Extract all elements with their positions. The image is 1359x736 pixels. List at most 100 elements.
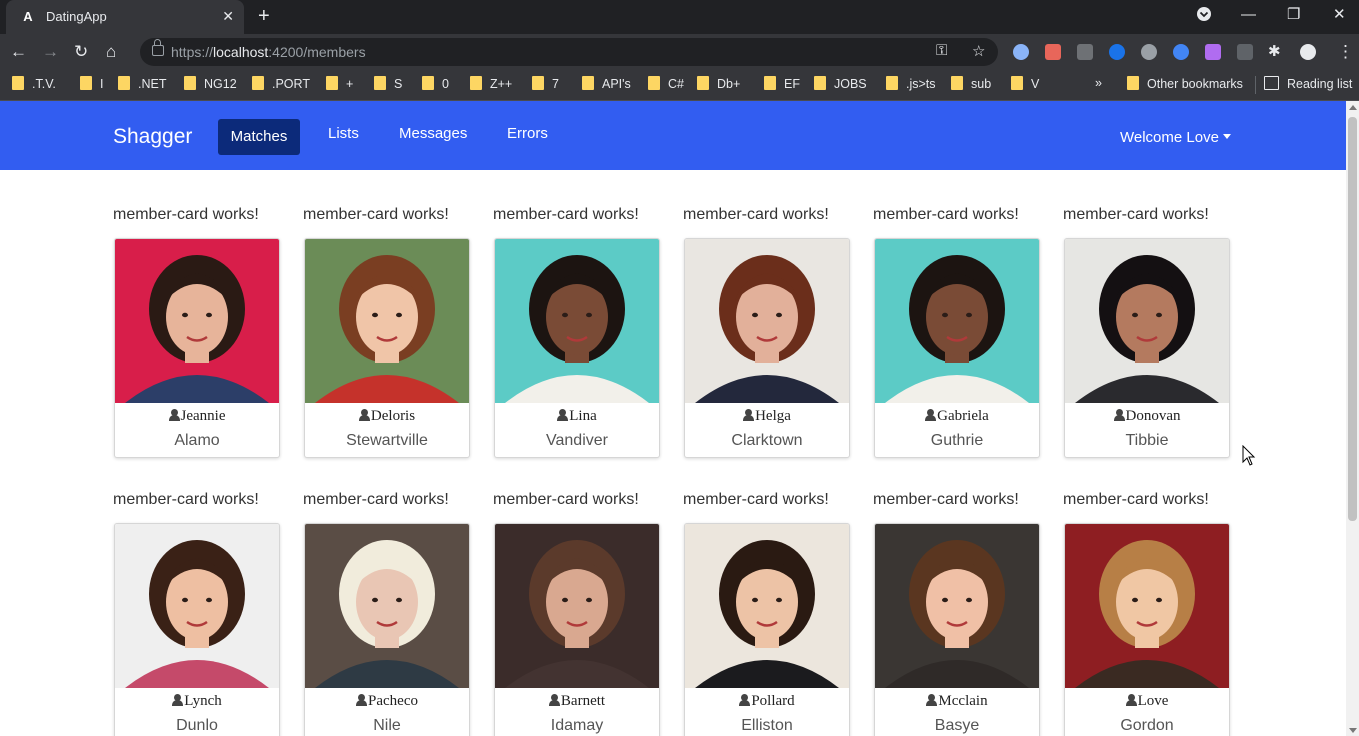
extension-2-icon[interactable] [1045, 44, 1061, 60]
bookmark-folder[interactable]: .js>ts [886, 76, 936, 94]
back-icon[interactable]: ← [10, 42, 27, 62]
member-photo[interactable] [305, 239, 469, 403]
reload-icon[interactable]: ↻ [74, 42, 88, 62]
forward-icon[interactable]: → [42, 42, 59, 62]
page-scrollbar[interactable] [1346, 101, 1359, 736]
home-icon[interactable]: ⌂ [106, 42, 116, 62]
extensions-puzzle-icon[interactable]: ✱ [1268, 42, 1281, 62]
extension-off-icon[interactable] [1237, 44, 1253, 60]
bookmark-folder[interactable]: EF [764, 76, 800, 94]
nav-matches[interactable]: Matches [218, 119, 300, 155]
bookmark-folder[interactable]: JOBS [814, 76, 867, 94]
bookmark-label: 0 [442, 77, 449, 91]
bookmark-folder[interactable]: .PORT [252, 76, 310, 94]
member-photo[interactable] [305, 524, 469, 688]
member-card[interactable]: Pacheco Nile [304, 523, 470, 736]
bookmark-folder[interactable]: sub [951, 76, 991, 94]
member-card-works-text: member-card works! [493, 206, 639, 223]
bookmark-folder[interactable]: 7 [532, 76, 559, 94]
nav-lists[interactable]: Lists [328, 125, 359, 142]
member-photo[interactable] [1065, 239, 1229, 403]
member-card[interactable]: Lina Vandiver [494, 238, 660, 458]
bookmark-folder[interactable]: I [80, 76, 103, 94]
bookmark-folder[interactable]: V [1011, 76, 1039, 94]
member-card[interactable]: Love Gordon [1064, 523, 1230, 736]
extension-4-icon[interactable] [1109, 44, 1125, 60]
welcome-dropdown[interactable]: Welcome Love [1120, 129, 1231, 146]
extension-7-icon[interactable] [1205, 44, 1221, 60]
bookmarks-overflow-icon[interactable]: » [1095, 76, 1102, 94]
bookmark-folder[interactable]: NG12 [184, 76, 237, 94]
member-card-works-text: member-card works! [113, 206, 259, 223]
bookmark-folder[interactable]: .T.V. [12, 76, 56, 94]
bookmark-label: Z++ [490, 77, 513, 91]
member-card-works-text: member-card works! [303, 491, 449, 508]
member-card[interactable]: Deloris Stewartville [304, 238, 470, 458]
other-bookmarks[interactable]: Other bookmarks [1127, 76, 1243, 94]
member-photo[interactable] [495, 239, 659, 403]
bookmark-star-icon[interactable]: ☆ [972, 42, 985, 60]
member-photo[interactable] [495, 524, 659, 688]
bookmark-label: sub [971, 77, 992, 91]
member-city: Dunlo [176, 717, 218, 734]
browser-tab[interactable]: A DatingApp ✕ [6, 0, 244, 34]
member-photo[interactable] [115, 239, 279, 403]
member-card[interactable]: Lynch Dunlo [114, 523, 280, 736]
extension-6-icon[interactable] [1173, 44, 1189, 60]
bookmark-folder[interactable]: 0 [422, 76, 449, 94]
member-photo[interactable] [875, 239, 1039, 403]
url-text[interactable]: https://localhost:4200/members [171, 44, 366, 60]
member-card[interactable]: Donovan Tibbie [1064, 238, 1230, 458]
bookmark-folder[interactable]: .NET [118, 76, 166, 94]
scroll-down-icon[interactable] [1349, 728, 1357, 733]
member-card[interactable]: Gabriela Guthrie [874, 238, 1040, 458]
user-icon [1113, 409, 1125, 421]
member-photo[interactable] [685, 239, 849, 403]
caret-down-icon [1222, 134, 1231, 139]
member-photo[interactable] [115, 524, 279, 688]
bookmark-folder[interactable]: API's [582, 76, 631, 94]
member-card[interactable]: Helga Clarktown [684, 238, 850, 458]
folder-icon [184, 76, 196, 90]
folder-icon [1011, 76, 1023, 90]
member-photo[interactable] [875, 524, 1039, 688]
bookmark-folder[interactable]: S [374, 76, 402, 94]
reading-list[interactable]: Reading list [1255, 76, 1352, 94]
extension-1-icon[interactable] [1013, 44, 1029, 60]
member-card[interactable]: Jeannie Alamo [114, 238, 280, 458]
scroll-up-icon[interactable] [1349, 105, 1357, 110]
nav-errors[interactable]: Errors [507, 125, 548, 142]
close-window-icon[interactable]: ✕ [1333, 6, 1346, 24]
tab-search-icon[interactable] [1196, 6, 1212, 27]
member-name: Mcclain [875, 693, 1039, 710]
scrollbar-thumb[interactable] [1348, 117, 1357, 521]
bookmark-folder[interactable]: + [326, 76, 353, 94]
menu-kebab-icon[interactable]: ⋮ [1337, 42, 1354, 62]
folder-icon [814, 76, 826, 90]
tab-close-icon[interactable]: ✕ [222, 8, 234, 24]
member-card[interactable]: Pollard Elliston [684, 523, 850, 736]
extension-3-icon[interactable] [1077, 44, 1093, 60]
member-photo[interactable] [685, 524, 849, 688]
key-icon[interactable]: ⚿ [936, 42, 947, 59]
brand-logo[interactable]: Shagger [113, 125, 192, 149]
member-card[interactable]: Mcclain Basye [874, 523, 1040, 736]
tab-title: DatingApp [46, 9, 107, 24]
member-card[interactable]: Barnett Idamay [494, 523, 660, 736]
minimize-icon[interactable]: — [1241, 6, 1256, 24]
bookmark-folder[interactable]: Db+ [697, 76, 740, 94]
lock-icon[interactable] [152, 39, 164, 56]
profile-avatar-icon[interactable] [1300, 44, 1316, 60]
bookmark-label: Db+ [717, 77, 741, 91]
address-bar[interactable]: https://localhost:4200/members ⚿ ☆ [140, 38, 998, 66]
member-name: Donovan [1065, 408, 1229, 425]
bookmark-folder[interactable]: Z++ [470, 76, 512, 94]
user-icon [172, 694, 184, 706]
member-card-works-text: member-card works! [683, 491, 829, 508]
member-photo[interactable] [1065, 524, 1229, 688]
bookmark-folder[interactable]: C# [648, 76, 684, 94]
restore-icon[interactable]: ❐ [1287, 6, 1300, 24]
new-tab-icon[interactable]: + [258, 6, 270, 26]
nav-messages[interactable]: Messages [399, 125, 467, 142]
extension-5-icon[interactable] [1141, 44, 1157, 60]
